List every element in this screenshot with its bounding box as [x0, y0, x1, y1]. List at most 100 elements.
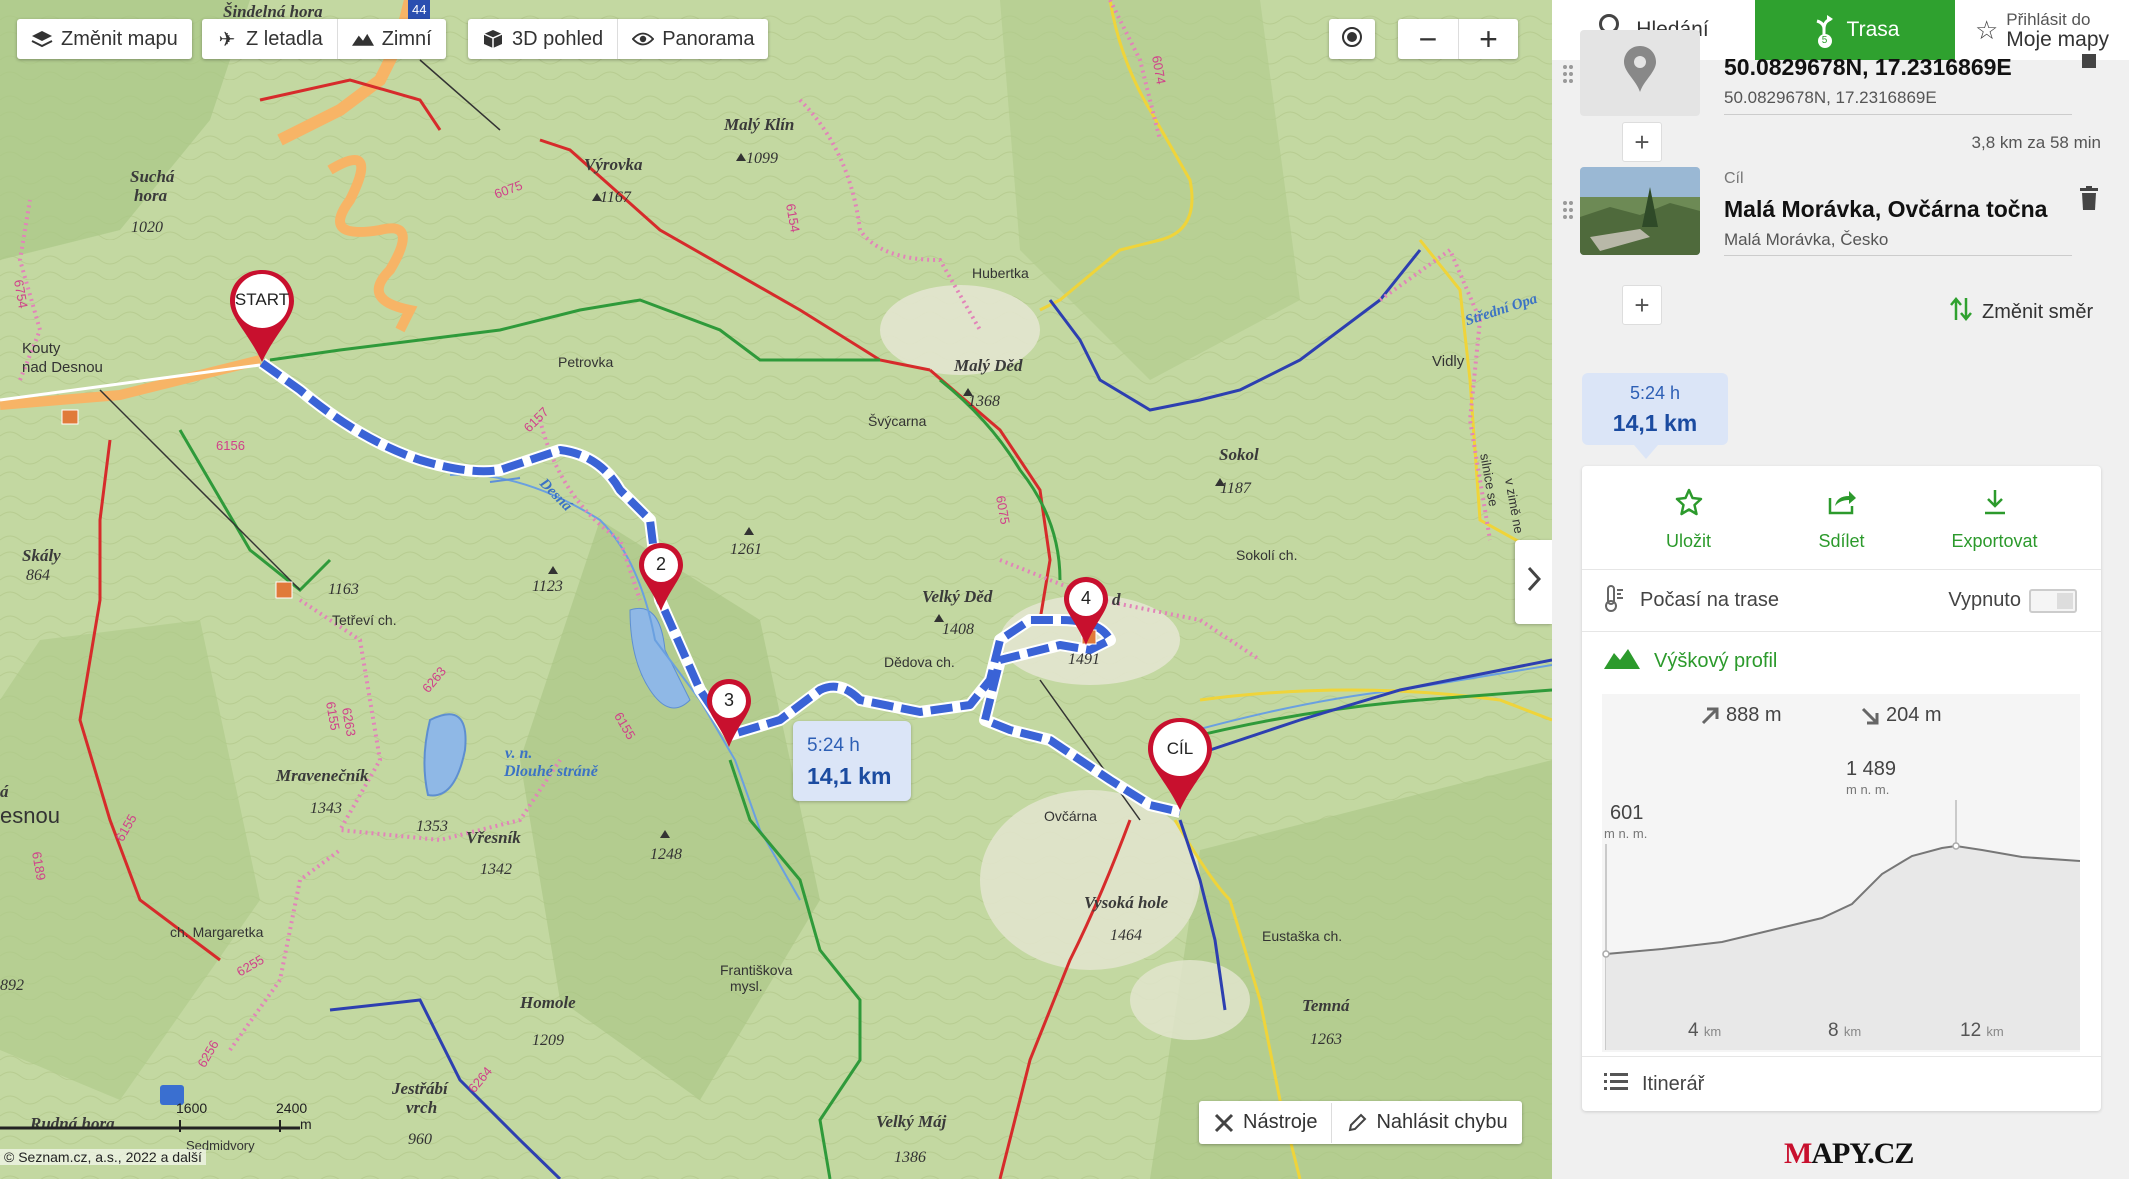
divider [1724, 114, 2072, 115]
plane-icon: ✈ [218, 28, 236, 51]
map-label: Výrovka [584, 155, 643, 174]
tab-route[interactable]: 5 Trasa [1755, 0, 1955, 60]
itinerary-label: Itinerář [1642, 1072, 1705, 1095]
map-pin-icon [1148, 718, 1212, 810]
map-label: 864 [26, 567, 50, 584]
map-label: 1342 [480, 861, 512, 878]
drag-handle-icon[interactable] [1562, 200, 1574, 220]
share-route-button[interactable]: Sdílet [1772, 466, 1912, 569]
map-label: 1123 [532, 578, 563, 595]
change-map-button[interactable]: Změnit mapu [17, 19, 192, 59]
change-direction-button[interactable]: Změnit směr [1950, 296, 2093, 328]
x-tick: 4 [1688, 1020, 1699, 1041]
map-label: 1386 [894, 1149, 926, 1166]
map-label: 1248 [650, 846, 682, 863]
map-pin-icon [707, 679, 751, 747]
map-label: 1491 [1068, 651, 1100, 668]
panorama-button[interactable]: Panorama [617, 19, 768, 59]
map-label: Vysoká hole [1084, 893, 1169, 912]
itinerary-row[interactable]: Itinerář [1582, 1056, 2101, 1111]
add-waypoint-button[interactable]: + [1622, 122, 1662, 162]
map-label: Eustaška ch. [1262, 928, 1343, 944]
peak-icon [736, 153, 746, 161]
map-label: 1368 [968, 393, 1000, 410]
map-label: ch. Margaretka [170, 924, 264, 940]
save-route-button[interactable]: Uložit [1619, 466, 1759, 569]
waypoint-title[interactable]: 50.0829678N, 17.2316869E [1724, 54, 2012, 81]
x-tick: 8 [1828, 1020, 1839, 1041]
map-label: Hubertka [972, 265, 1029, 281]
winter-map-button[interactable]: Zimní [336, 19, 446, 59]
view-toolbar: 3D pohled Panorama [468, 19, 769, 59]
elevation-label: Výškový profil [1654, 649, 1778, 672]
map-label: Skály [22, 546, 61, 565]
tools-icon [1213, 1112, 1235, 1134]
summary-distance: 14,1 km [1612, 410, 1698, 436]
share-icon [1827, 488, 1857, 521]
elevation-profile-header[interactable]: Výškový profil [1582, 632, 2101, 690]
trail-number: 6156 [216, 438, 245, 453]
mapy-cz-logo[interactable]: MAPY.CZ [1784, 1137, 1914, 1171]
map-pin-icon [639, 543, 683, 611]
drag-handle-icon[interactable] [1562, 64, 1574, 84]
plus-icon: + [1634, 289, 1650, 320]
location-target-icon [1341, 22, 1363, 56]
route-info-bubble[interactable]: 5:24 h 14,1 km [793, 721, 911, 801]
map-label: Jestřábí [392, 1079, 448, 1098]
elevation-profile-graph [1602, 800, 2080, 1050]
map-label: mysl. [730, 978, 763, 994]
copyright[interactable]: © Seznam.cz, a.s., 2022 a další [0, 1149, 206, 1165]
map-pin-icon [230, 270, 294, 362]
my-location-button[interactable] [1329, 19, 1375, 59]
weather-toggle[interactable] [2029, 588, 2077, 613]
zoom-out-button[interactable]: − [1398, 19, 1458, 59]
location-pin-icon [1624, 46, 1656, 92]
waypoint-subtitle: 50.0829678N, 17.2316869E [1724, 88, 1937, 107]
delete-waypoint-icon[interactable] [2080, 54, 2098, 76]
weather-label: Počasí na trase [1640, 589, 1779, 611]
weather-state: Vypnuto [1948, 589, 2021, 611]
weather-row[interactable]: Počasí na trase Vypnuto [1582, 570, 2101, 632]
map-label: Ovčárna [1044, 808, 1097, 824]
map-label: Petrovka [558, 354, 614, 370]
route-distance: 14,1 km [807, 763, 892, 789]
zoom-in-button[interactable]: + [1458, 19, 1518, 59]
route-summary[interactable]: 5:24 h 14,1 km [1582, 373, 1728, 459]
3d-view-button[interactable]: 3D pohled [468, 19, 617, 59]
summary-time: 5:24 h [1629, 383, 1681, 403]
aerial-map-button[interactable]: ✈ Z letadla [202, 19, 337, 59]
map-type-toolbar: Změnit mapu [17, 19, 192, 59]
login-my-maps-button[interactable]: ☆ Přihlásit do Moje mapy [1955, 0, 2129, 60]
map-label: Temná [1302, 996, 1350, 1015]
map-label: 1163 [328, 581, 359, 598]
peak-icon [660, 830, 670, 838]
destination-title[interactable]: Malá Morávka, Ovčárna točna [1724, 196, 2047, 223]
map-label: 1464 [1110, 927, 1142, 944]
map-label: 1261 [730, 541, 762, 558]
map-view[interactable]: Šindelná hora Suchá hora 1020 Kouty nad … [0, 0, 1552, 1179]
map-label: 1263 [1310, 1031, 1342, 1048]
collapse-sidebar-button[interactable] [1515, 540, 1552, 624]
add-waypoint-button[interactable]: + [1622, 285, 1662, 325]
leg-info: 3,8 km za 58 min [1971, 133, 2101, 152]
tools-button[interactable]: Nástroje [1199, 1103, 1331, 1143]
pencil-icon [1346, 1112, 1368, 1134]
peak-icon [744, 527, 754, 535]
map-label: Tetřeví ch. [332, 612, 397, 628]
map-bottom-toolbar: Nástroje Nahlásit chybu [1199, 1101, 1522, 1144]
list-icon [1604, 1072, 1628, 1096]
export-route-button[interactable]: Exportovat [1925, 466, 2065, 569]
destination-photo[interactable] [1580, 167, 1700, 255]
map-label: Vidly [1432, 353, 1465, 370]
elevation-chart[interactable]: 888 m 204 m 601 m n. m. 1 489 m n. m. 4 … [1602, 694, 2080, 1052]
report-error-button[interactable]: Nahlásit chybu [1331, 1102, 1521, 1143]
map-label: Švýcarna [868, 413, 927, 429]
star-icon [1675, 488, 1703, 521]
thermometer-icon [1604, 584, 1626, 618]
destination-subtitle: Malá Morávka, Česko [1724, 230, 1889, 249]
map-label: hora [134, 186, 168, 205]
delete-destination-icon[interactable] [2080, 186, 2098, 210]
map-label: Velký Máj [876, 1112, 947, 1131]
map-label: nad Desnou [22, 359, 103, 376]
map-label: 1343 [310, 800, 342, 817]
